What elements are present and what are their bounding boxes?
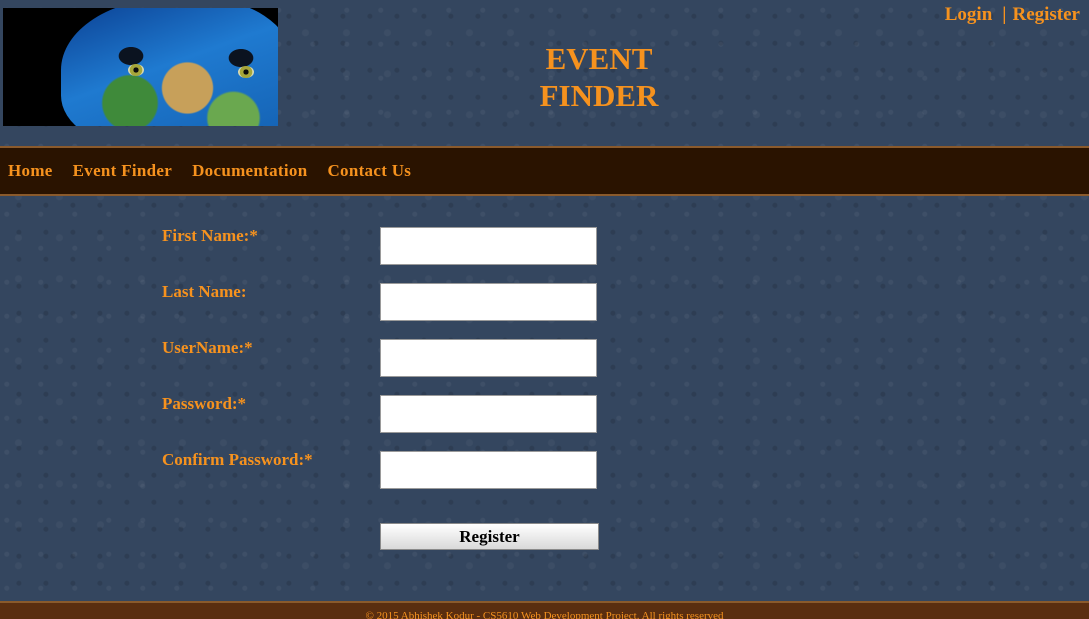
last-name-row: Last Name: bbox=[0, 266, 1089, 321]
main-navbar: Home Event Finder Documentation Contact … bbox=[0, 146, 1089, 196]
site-title-line2: FINDER bbox=[539, 78, 659, 113]
username-label: UserName:* bbox=[162, 338, 253, 357]
auth-separator: | bbox=[1002, 4, 1007, 25]
right-eye bbox=[238, 66, 254, 78]
confirm-password-row: Confirm Password:* bbox=[0, 434, 1089, 489]
register-button[interactable]: Register bbox=[380, 523, 599, 550]
site-title: EVENT FINDER bbox=[530, 40, 668, 114]
last-name-label: Last Name: bbox=[162, 282, 247, 301]
left-eye bbox=[128, 64, 144, 76]
confirm-password-label: Confirm Password:* bbox=[162, 450, 313, 469]
register-link[interactable]: Register bbox=[1012, 4, 1080, 25]
nav-contact-us[interactable]: Contact Us bbox=[327, 161, 411, 181]
nav-home[interactable]: Home bbox=[8, 161, 53, 181]
page-footer: © 2015 Abhishek Kodur - CS5610 Web Devel… bbox=[0, 601, 1089, 619]
nav-event-finder[interactable]: Event Finder bbox=[73, 161, 172, 181]
footer-text: © 2015 Abhishek Kodur - CS5610 Web Devel… bbox=[365, 610, 724, 619]
first-name-row: First Name:* bbox=[0, 210, 1089, 265]
password-label: Password:* bbox=[162, 394, 247, 413]
auth-links: Login | Register bbox=[945, 4, 1080, 26]
world-face-logo bbox=[3, 8, 278, 126]
confirm-password-input[interactable] bbox=[380, 451, 597, 489]
site-title-line1: EVENT bbox=[545, 41, 653, 76]
username-input[interactable] bbox=[380, 339, 597, 377]
login-link[interactable]: Login bbox=[945, 4, 993, 25]
password-row: Password:* bbox=[0, 378, 1089, 433]
first-name-input[interactable] bbox=[380, 227, 597, 265]
password-input[interactable] bbox=[380, 395, 597, 433]
username-row: UserName:* bbox=[0, 322, 1089, 377]
last-name-input[interactable] bbox=[380, 283, 597, 321]
first-name-label: First Name:* bbox=[162, 226, 258, 245]
nav-documentation[interactable]: Documentation bbox=[192, 161, 307, 181]
page-header: EVENT FINDER Login | Register bbox=[0, 0, 1089, 146]
